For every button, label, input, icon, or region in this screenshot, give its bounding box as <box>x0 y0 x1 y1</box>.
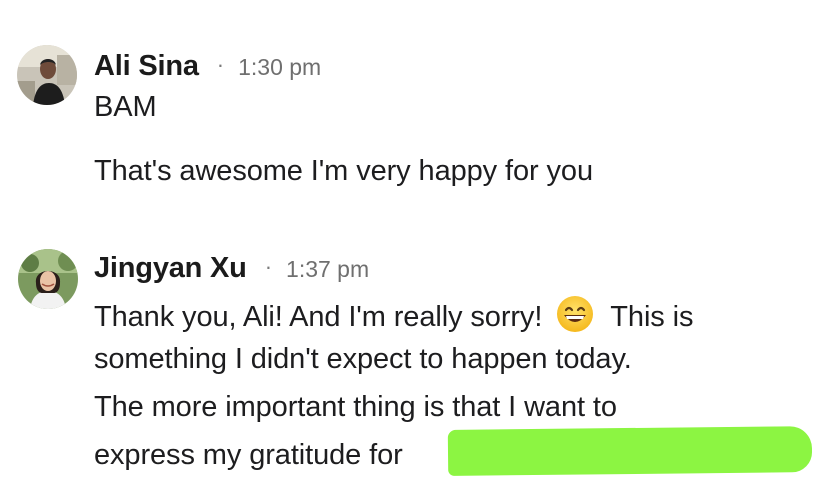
redaction-highlight <box>447 426 813 476</box>
sender-name[interactable]: Jingyan Xu <box>94 252 247 285</box>
message-text-part: Thank you, Ali! And I'm really sorry! <box>94 301 543 333</box>
message-text: Thank you, Ali! And I'm really sorry! Th… <box>94 295 693 334</box>
header-separator: · <box>264 254 273 279</box>
message-thread: Ali Sina · 1:30 pm BAM That's awesome I'… <box>0 0 828 478</box>
message-text: something I didn't expect to happen toda… <box>94 343 632 375</box>
message-text-part: This is <box>610 301 694 333</box>
message-timestamp: 1:37 pm <box>286 256 370 282</box>
message-group-jingyan-xu: Jingyan Xu · 1:37 pm Thank you, Ali! And… <box>0 0 828 478</box>
grinning-face-emoji-icon <box>556 295 594 333</box>
avatar[interactable] <box>18 249 78 309</box>
message-text: The more important thing is that I want … <box>94 391 617 423</box>
message-text: express my gratitude for <box>94 439 403 471</box>
avatar-jingyan-xu-image <box>18 249 78 309</box>
message-header: Jingyan Xu · 1:37 pm <box>94 252 369 285</box>
